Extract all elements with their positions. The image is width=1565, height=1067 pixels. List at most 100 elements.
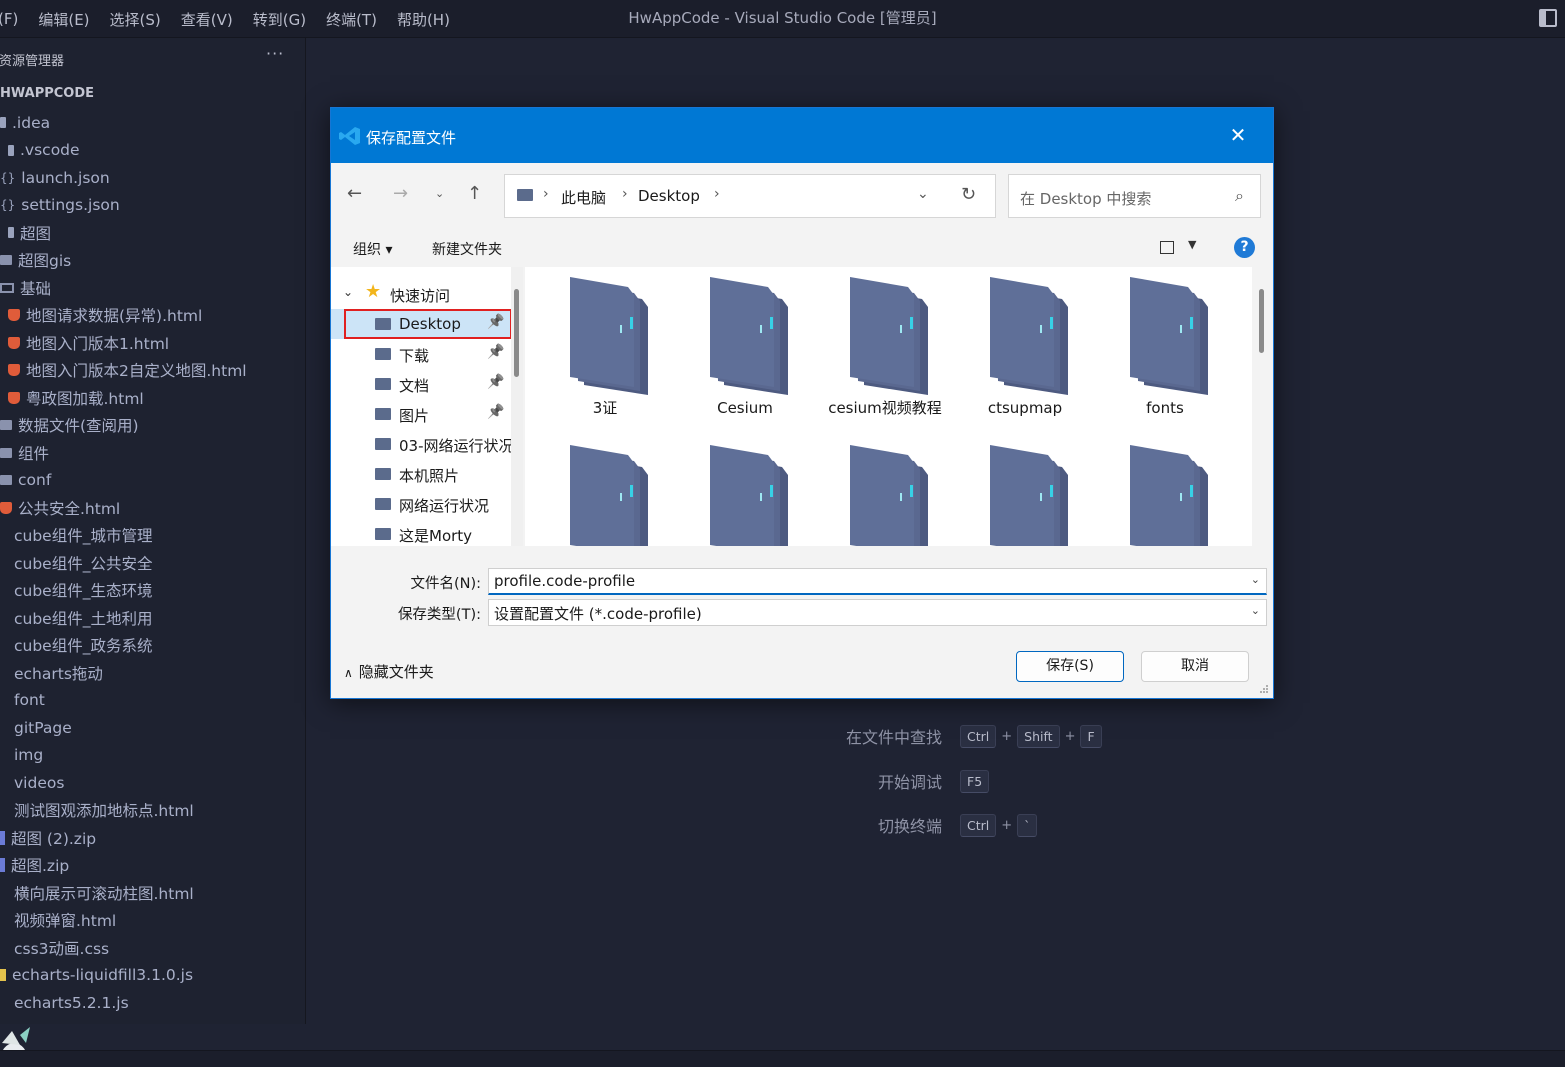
menu-file[interactable]: (F) [0, 10, 18, 28]
address-dropdown-icon[interactable]: ⌄ [917, 186, 929, 202]
tree-item[interactable]: {} launch.json [0, 164, 306, 192]
tree-item[interactable]: videos [0, 769, 306, 797]
folder-item[interactable] [675, 435, 795, 546]
more-actions-icon[interactable]: ··· [266, 44, 284, 63]
chevron-right-icon[interactable]: › [543, 186, 549, 202]
address-bar[interactable]: › 此电脑 › Desktop › ⌄ ↻ [504, 174, 996, 218]
tree-item[interactable]: 超图.zip [0, 852, 306, 880]
tree-item[interactable]: 基础 [0, 274, 306, 302]
tree-item[interactable]: 超图 (2).zip [0, 824, 306, 852]
folder-item[interactable]: Cesium [675, 267, 795, 427]
folder-item[interactable]: ctsupmap [955, 267, 1075, 427]
search-input[interactable]: 在 Desktop 中搜索 [1020, 188, 1151, 209]
up-arrow-icon[interactable]: ↑ [467, 183, 482, 204]
toggle-sidebar-icon[interactable] [1539, 9, 1557, 27]
tree-item[interactable]: css3动画.css [0, 934, 306, 962]
tree-item[interactable]: 视频弹窗.html [0, 907, 306, 935]
tree-item[interactable]: gitPage [0, 714, 306, 742]
view-mode-icon[interactable] [1160, 241, 1174, 254]
chevron-right-icon[interactable]: › [622, 186, 628, 202]
filename-input[interactable]: profile.code-profile ⌄ [488, 568, 1267, 595]
scrollbar-thumb[interactable] [1259, 289, 1264, 353]
workspace-section-title[interactable]: HWAPPCODE [0, 86, 94, 101]
folder-item[interactable]: cesium视频教程 [815, 267, 942, 427]
nav-quick-access[interactable]: ⌄ ★ 快速访问 [331, 279, 511, 309]
tree-item[interactable]: 地图请求数据(异常).html [0, 302, 306, 330]
back-arrow-icon[interactable]: ← [347, 183, 362, 204]
nav-item[interactable]: 这是Morty [331, 519, 511, 546]
cancel-button[interactable]: 取消 [1141, 651, 1249, 682]
menu-edit[interactable]: 编辑(E) [38, 9, 89, 30]
tree-item[interactable]: 超图gis [0, 247, 306, 275]
resize-grip-icon[interactable] [1259, 684, 1269, 694]
pin-icon[interactable]: 📌 [487, 344, 504, 360]
menu-terminal[interactable]: 终端(T) [326, 9, 377, 30]
recent-locations-chevron-icon[interactable]: ⌄ [435, 187, 444, 200]
chevron-down-icon[interactable]: ⌄ [343, 285, 353, 299]
tree-item[interactable]: 测试图观添加地标点.html [0, 797, 306, 825]
tree-item[interactable]: cube组件_政务系统 [0, 632, 306, 660]
tree-item[interactable]: .idea [0, 109, 306, 137]
help-icon[interactable]: ? [1234, 237, 1255, 258]
nav-item[interactable]: 03-网络运行状况 [331, 429, 511, 459]
tree-item[interactable]: 粤政图加载.html [0, 384, 306, 412]
chevron-down-icon[interactable]: ⌄ [1251, 573, 1260, 586]
search-box[interactable]: 在 Desktop 中搜索 ⌕ [1008, 174, 1261, 218]
tree-item[interactable]: 超图 [0, 219, 306, 247]
nav-item[interactable]: 文档 📌 [331, 369, 511, 399]
menu-go[interactable]: 转到(G) [253, 9, 306, 30]
nav-scrollbar[interactable] [511, 267, 523, 546]
tree-item[interactable]: echarts拖动 [0, 659, 306, 687]
hide-folders-toggle[interactable]: ∧ 隐藏文件夹 [344, 661, 434, 682]
nav-item[interactable]: 网络运行状况 [331, 489, 511, 519]
scrollbar-thumb[interactable] [514, 289, 519, 377]
pin-icon[interactable]: 📌 [487, 404, 504, 420]
tree-item[interactable]: 组件 [0, 439, 306, 467]
content-scrollbar[interactable] [1252, 267, 1272, 546]
folder-item[interactable]: fonts [1095, 267, 1215, 427]
menu-selection[interactable]: 选择(S) [110, 9, 161, 30]
tree-item[interactable]: cube组件_生态环境 [0, 577, 306, 605]
tree-item[interactable]: 数据文件(查阅用) [0, 412, 306, 440]
chevron-right-icon[interactable]: › [714, 186, 720, 202]
tree-item[interactable]: cube组件_公共安全 [0, 549, 306, 577]
menu-help[interactable]: 帮助(H) [397, 9, 450, 30]
tree-item[interactable]: 地图入门版本1.html [0, 329, 306, 357]
folder-item[interactable] [955, 435, 1075, 546]
filename-value[interactable]: profile.code-profile [494, 572, 635, 590]
new-folder-button[interactable]: 新建文件夹 [432, 239, 502, 259]
tree-item[interactable]: {} settings.json [0, 192, 306, 220]
chevron-down-icon[interactable]: ▼ [1188, 238, 1196, 251]
tree-item[interactable]: cube组件_城市管理 [0, 522, 306, 550]
save-button[interactable]: 保存(S) [1016, 651, 1124, 682]
folder-item[interactable] [535, 435, 655, 546]
organize-button[interactable]: 组织 ▾ [353, 239, 392, 259]
tree-item[interactable]: font [0, 687, 306, 715]
tree-item[interactable]: echarts5.2.1.js [0, 989, 306, 1017]
tree-item[interactable]: 公共安全.html [0, 494, 306, 522]
tree-item[interactable]: conf [0, 467, 306, 495]
close-icon[interactable]: ✕ [1225, 122, 1251, 148]
tree-item[interactable]: .vscode [0, 137, 306, 165]
tree-item[interactable]: 地图入门版本2自定义地图.html [0, 357, 306, 385]
nav-item[interactable]: 下载 📌 [331, 339, 511, 369]
folder-icon [0, 475, 12, 486]
filetype-value[interactable]: 设置配置文件 (*.code-profile) [494, 605, 702, 623]
filetype-select[interactable]: 设置配置文件 (*.code-profile) ⌄ [488, 599, 1267, 626]
nav-item[interactable]: 图片 📌 [331, 399, 511, 429]
folder-item[interactable] [1095, 435, 1215, 546]
chevron-down-icon[interactable]: ⌄ [1251, 604, 1260, 617]
forward-arrow-icon[interactable]: → [393, 183, 408, 204]
menu-view[interactable]: 查看(V) [181, 9, 233, 30]
tree-item[interactable]: img [0, 742, 306, 770]
tree-item[interactable]: cube组件_土地利用 [0, 604, 306, 632]
nav-item[interactable]: 本机照片 [331, 459, 511, 489]
refresh-icon[interactable]: ↻ [961, 184, 976, 205]
folder-item[interactable]: 3证 [535, 267, 655, 427]
breadcrumb-this-pc[interactable]: 此电脑 [561, 187, 606, 208]
tree-item[interactable]: echarts-liquidfill3.1.0.js [0, 962, 306, 990]
tree-item[interactable]: 横向展示可滚动柱图.html [0, 879, 306, 907]
pin-icon[interactable]: 📌 [487, 374, 504, 390]
breadcrumb-desktop[interactable]: Desktop [638, 187, 700, 205]
folder-item[interactable] [815, 435, 935, 546]
